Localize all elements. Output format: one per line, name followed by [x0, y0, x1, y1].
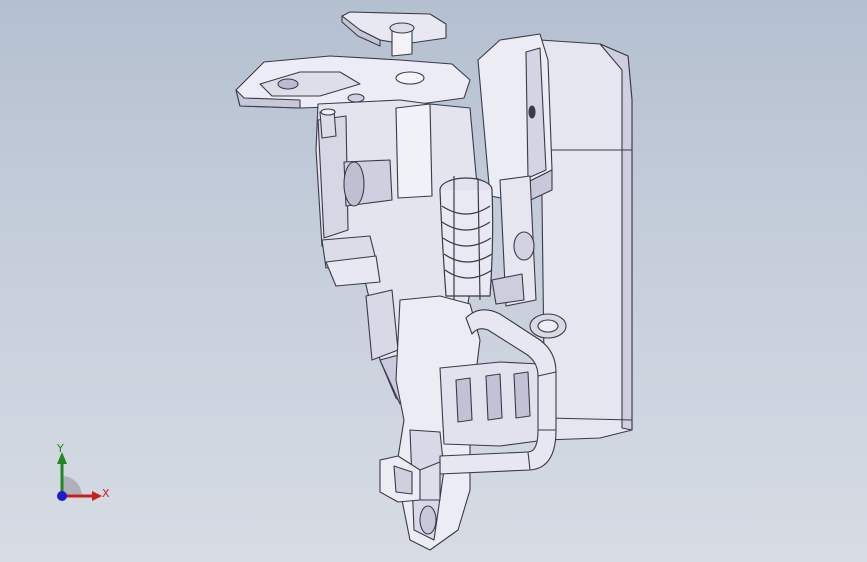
- upper-flange: [235, 55, 471, 109]
- x-axis-label: X: [102, 487, 110, 500]
- graphics-viewport[interactable]: Y X: [0, 0, 867, 562]
- reference-triad: [57, 452, 102, 501]
- y-axis-label: Y: [57, 442, 64, 455]
- bolt: [319, 108, 337, 139]
- lower-bracket: [439, 361, 546, 447]
- top-lever: [341, 11, 447, 57]
- cad-model-view[interactable]: [0, 0, 867, 562]
